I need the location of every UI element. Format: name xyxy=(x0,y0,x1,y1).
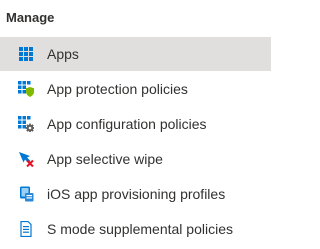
nav-item-app-selective-wipe[interactable]: App selective wipe xyxy=(0,142,271,176)
nav-item-s-mode-supplemental-policies[interactable]: S mode supplemental policies xyxy=(0,212,271,246)
document-policy-icon xyxy=(18,221,34,237)
app-configuration-gear-icon xyxy=(18,116,34,132)
ios-provisioning-icon xyxy=(18,186,34,202)
app-protection-shield-icon xyxy=(18,81,34,97)
nav-item-label: App protection policies xyxy=(47,81,188,97)
nav-item-label: S mode supplemental policies xyxy=(47,221,233,237)
apps-grid-icon xyxy=(18,46,34,62)
nav-item-label: Apps xyxy=(47,46,79,62)
nav-item-ios-app-provisioning-profiles[interactable]: iOS app provisioning profiles xyxy=(0,177,271,211)
nav-item-app-configuration-policies[interactable]: App configuration policies xyxy=(0,107,271,141)
nav-item-app-protection-policies[interactable]: App protection policies xyxy=(0,72,271,106)
manage-nav: Manage Apps App protection policies App … xyxy=(0,0,271,249)
nav-item-label: App configuration policies xyxy=(47,116,207,132)
nav-item-label: iOS app provisioning profiles xyxy=(47,186,226,202)
selective-wipe-x-icon xyxy=(18,151,34,167)
nav-item-label: App selective wipe xyxy=(47,151,163,167)
section-header-manage: Manage xyxy=(6,10,55,25)
nav-item-apps[interactable]: Apps xyxy=(0,37,271,71)
